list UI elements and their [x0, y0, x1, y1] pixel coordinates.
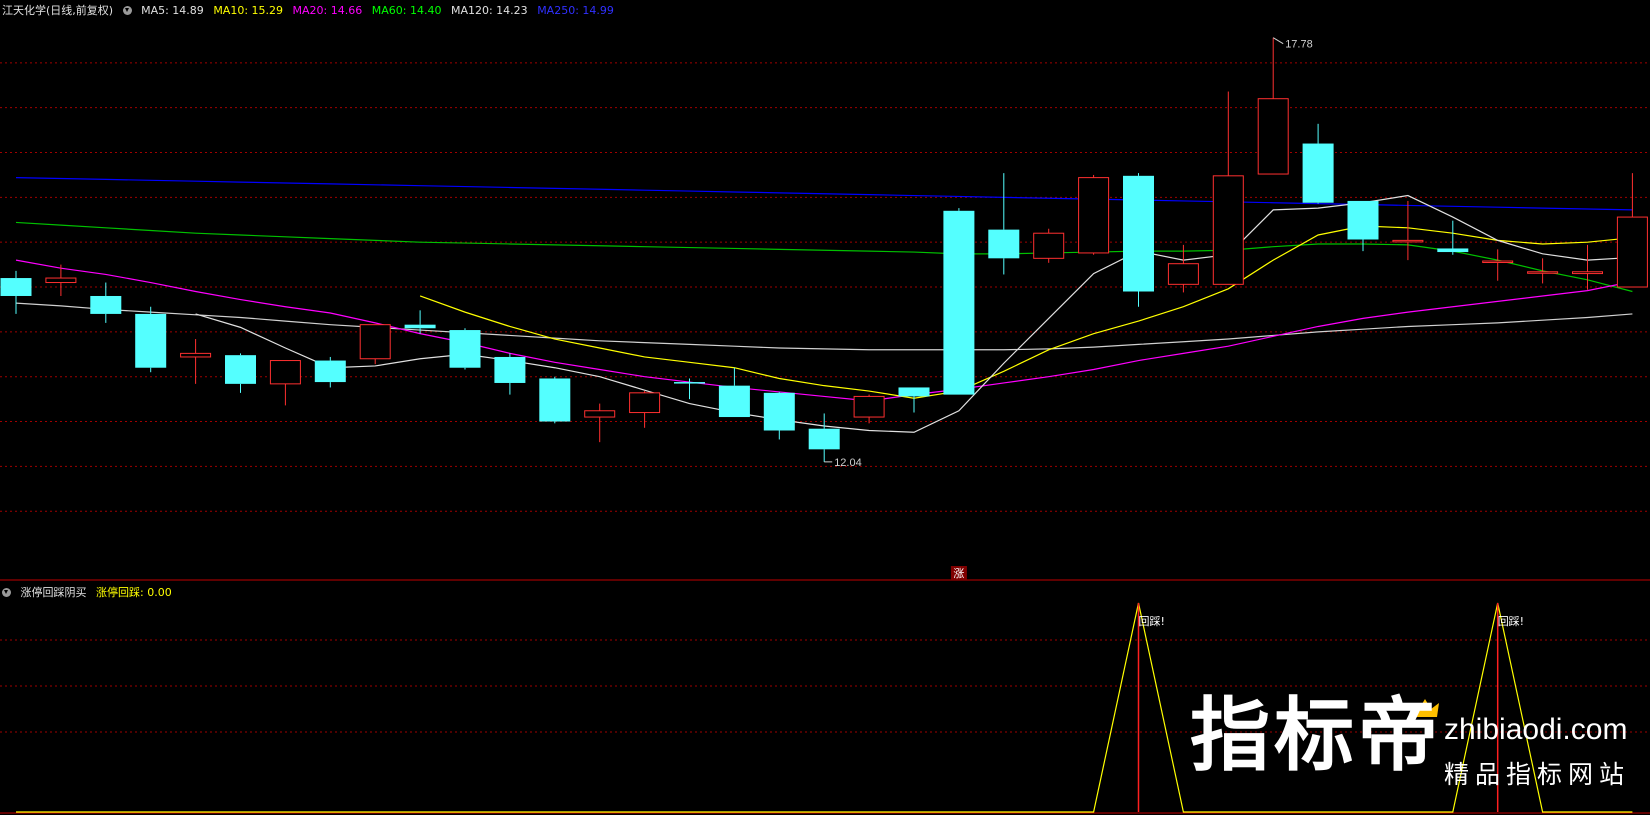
candle-body	[763, 392, 795, 431]
candle-body	[180, 352, 212, 358]
candle	[718, 367, 750, 418]
candle	[629, 391, 661, 428]
candle-body	[674, 382, 705, 384]
ma60-line	[15, 221, 1633, 293]
signal-label: 回踩!	[1139, 615, 1165, 628]
candle-body	[853, 395, 885, 418]
ma250-value: MA250: 14.99	[537, 4, 614, 17]
candle-body	[1212, 175, 1244, 285]
stock-title: 江天化学(日线,前复权)	[2, 4, 114, 17]
candle-body	[225, 355, 256, 384]
candle-body	[269, 360, 301, 385]
candle	[135, 306, 167, 373]
candle-body	[1616, 216, 1648, 288]
high-arrow-line	[1272, 37, 1284, 45]
candle	[539, 376, 571, 424]
candle-body	[1302, 143, 1334, 203]
candle-body	[45, 277, 77, 284]
candle	[898, 387, 930, 413]
ma120-line	[15, 302, 1633, 351]
watermark-url: zhibiaodi.com	[1444, 713, 1628, 746]
ma20-line	[15, 259, 1633, 402]
candle-body	[584, 410, 616, 418]
ma5-value: MA5: 14.89	[141, 4, 204, 17]
candle	[1392, 200, 1424, 261]
chart-annotations: 17.78 12.04 涨	[824, 37, 1313, 580]
candle	[269, 360, 301, 406]
ma20-value: MA20: 14.66	[292, 4, 363, 17]
watermark-tagline: 精品指标网站	[1444, 760, 1631, 789]
candle-body	[314, 360, 346, 383]
candle-body	[359, 324, 391, 360]
candle-body	[90, 295, 122, 314]
candle	[1257, 37, 1289, 175]
low-price-label: 12.04	[834, 457, 862, 469]
candle-body	[1437, 248, 1469, 253]
candle-body	[1572, 271, 1603, 275]
candle-body	[0, 278, 32, 296]
candle-body	[808, 428, 840, 450]
candle-body	[943, 210, 975, 395]
candle-body	[1257, 98, 1289, 175]
candle-body	[629, 392, 661, 414]
candle	[0, 270, 32, 314]
indicator-header: 涨停回踩阴买 涨停回踩: 0.00	[2, 586, 178, 600]
candle	[1123, 173, 1154, 307]
candle	[1167, 244, 1199, 293]
candle-body	[1347, 200, 1379, 240]
candle	[853, 394, 885, 424]
candle	[1616, 173, 1648, 288]
candle	[449, 328, 481, 370]
candle-body	[1167, 263, 1199, 285]
candle-body	[1123, 175, 1154, 292]
candle	[1212, 91, 1244, 285]
indicator-title: 涨停回踩阴买	[20, 586, 87, 599]
candle	[1482, 249, 1514, 281]
candle	[1302, 123, 1334, 204]
candle-body	[1033, 232, 1065, 259]
watermark-brand: 指标帝	[1190, 689, 1442, 782]
candle	[1437, 220, 1469, 255]
candle-body	[988, 229, 1020, 259]
candle	[808, 413, 840, 462]
candle	[494, 353, 526, 395]
candle	[988, 173, 1020, 275]
ma120-value: MA120: 14.23	[450, 4, 528, 17]
candle-body	[449, 330, 481, 368]
ma10-value: MA10: 15.29	[213, 4, 284, 17]
candle-body	[135, 313, 167, 368]
candle	[763, 391, 795, 440]
candle-body	[539, 378, 571, 422]
indicator-dropdown-icon[interactable]	[2, 588, 11, 597]
main-header: 江天化学(日线,前复权) MA5: 14.89 MA10: 15.29 MA20…	[2, 4, 620, 18]
limit-up-label: 涨	[953, 567, 964, 580]
candle-body	[494, 356, 526, 383]
candle-body	[404, 324, 436, 329]
candle	[90, 282, 122, 323]
candle-body	[1078, 177, 1110, 254]
candle-body	[718, 385, 750, 418]
indicator-value: 涨停回踩: 0.00	[96, 586, 172, 599]
candle	[225, 353, 256, 393]
candle-body	[898, 387, 930, 397]
candle	[1527, 258, 1559, 284]
signal-label: 回踩!	[1498, 615, 1524, 628]
candle	[359, 324, 391, 365]
candle-body	[1392, 239, 1424, 243]
candle	[584, 403, 616, 443]
high-price-label: 17.78	[1285, 39, 1313, 51]
candle	[314, 356, 346, 388]
candle-body	[1482, 260, 1514, 264]
candle	[674, 378, 705, 400]
candle	[1033, 228, 1065, 263]
ma60-value: MA60: 14.40	[371, 4, 442, 17]
ma250-line	[15, 177, 1633, 211]
settings-dropdown-icon[interactable]	[122, 6, 132, 15]
candle	[1078, 174, 1110, 255]
moving-average-lines	[15, 177, 1633, 433]
candle-body	[1527, 271, 1559, 274]
candle	[943, 208, 975, 395]
